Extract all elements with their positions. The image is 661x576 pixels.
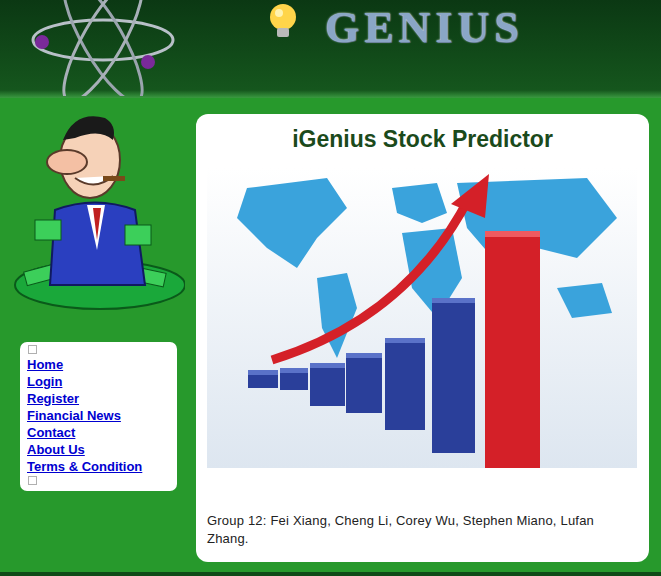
nav-link[interactable]: About Us	[27, 441, 171, 458]
logo-text: GENIUS	[325, 2, 524, 53]
broken-image-icon	[28, 476, 37, 485]
body: HomeLoginRegisterFinancial NewsContactAb…	[0, 98, 661, 572]
nav-link[interactable]: Register	[27, 390, 171, 407]
broken-image-icon	[28, 345, 37, 354]
stock-chart-illustration-icon	[207, 168, 637, 468]
nav-link[interactable]: Financial News	[27, 407, 171, 424]
page: GENIUS HomeLoginRegisterFinancial NewsCon…	[0, 0, 661, 576]
group-credits: Group 12: Fei Xiang, Cheng Li, Corey Wu,…	[207, 512, 638, 548]
lightbulb-icon	[263, 2, 303, 42]
nav-link[interactable]: Home	[27, 356, 171, 373]
businessman-icon	[5, 100, 185, 310]
nav-link[interactable]: Terms & Condition	[27, 458, 171, 475]
nav-menu: HomeLoginRegisterFinancial NewsContactAb…	[20, 342, 177, 491]
nav-link[interactable]: Contact	[27, 424, 171, 441]
nav-link[interactable]: Login	[27, 373, 171, 390]
header: GENIUS	[0, 0, 661, 98]
left-column: HomeLoginRegisterFinancial NewsContactAb…	[0, 98, 196, 491]
main-card: iGenius Stock Predictor Group 12: Fei Xia…	[196, 114, 649, 562]
page-title: iGenius Stock Predictor	[207, 124, 638, 154]
atom-logo-icon	[28, 0, 178, 96]
bottom-strip	[0, 572, 661, 576]
